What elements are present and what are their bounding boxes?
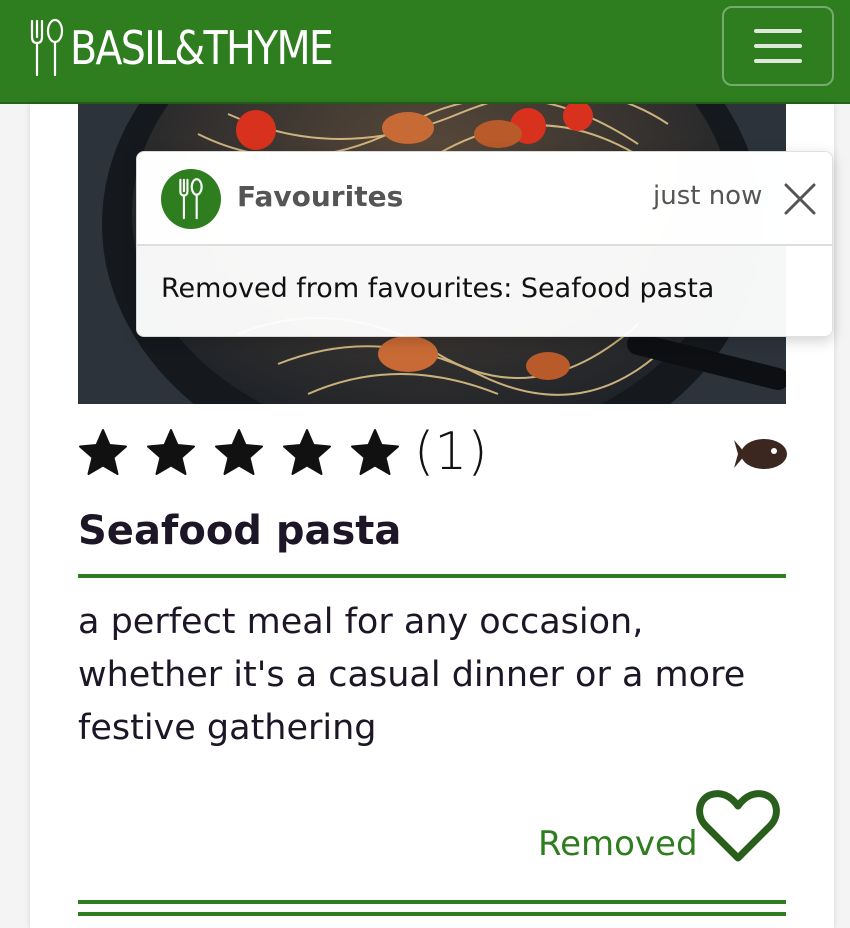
- toast-timestamp: just now: [653, 181, 763, 211]
- fish-icon: [734, 439, 787, 469]
- star-icon: [283, 429, 331, 475]
- toast-close-button[interactable]: [783, 182, 817, 216]
- footer-divider-1: [78, 900, 786, 904]
- footer-divider-2: [78, 912, 786, 916]
- toast-message: Removed from favourites: Seafood pasta: [161, 273, 715, 304]
- hamburger-menu-icon: [754, 29, 802, 33]
- hamburger-bar: [754, 44, 802, 48]
- fork-spoon-icon: [30, 18, 64, 77]
- fork-spoon-icon: [179, 178, 203, 220]
- hamburger-bar: [754, 59, 802, 63]
- rating-row: (1): [78, 422, 787, 492]
- star-icon: [147, 429, 195, 475]
- rating-count: (1): [414, 422, 488, 482]
- toast-title: Favourites: [237, 180, 404, 213]
- heart-outline-icon: [696, 790, 780, 862]
- favourite-status: Removed: [538, 824, 698, 864]
- brand-logo[interactable]: BASIL&THYME: [28, 16, 375, 80]
- star-rating: [78, 428, 400, 478]
- brand-name: BASIL&THYME: [70, 21, 334, 75]
- recipe-title: Seafood pasta: [78, 508, 402, 554]
- close-icon: [784, 183, 816, 215]
- toast-header: Favourites just now: [137, 152, 832, 246]
- hamburger-menu-button[interactable]: [722, 6, 834, 86]
- star-icon: [351, 429, 399, 475]
- star-icon: [79, 429, 127, 475]
- toast-logo: [161, 169, 221, 229]
- recipe-description: a perfect meal for any occasion, whether…: [78, 602, 746, 748]
- star-icon: [215, 429, 263, 475]
- navbar: BASIL&THYME: [0, 0, 850, 104]
- favourites-toast: Favourites just now Removed from favouri…: [136, 151, 833, 337]
- favourite-button[interactable]: [694, 788, 782, 864]
- title-divider: [78, 574, 786, 578]
